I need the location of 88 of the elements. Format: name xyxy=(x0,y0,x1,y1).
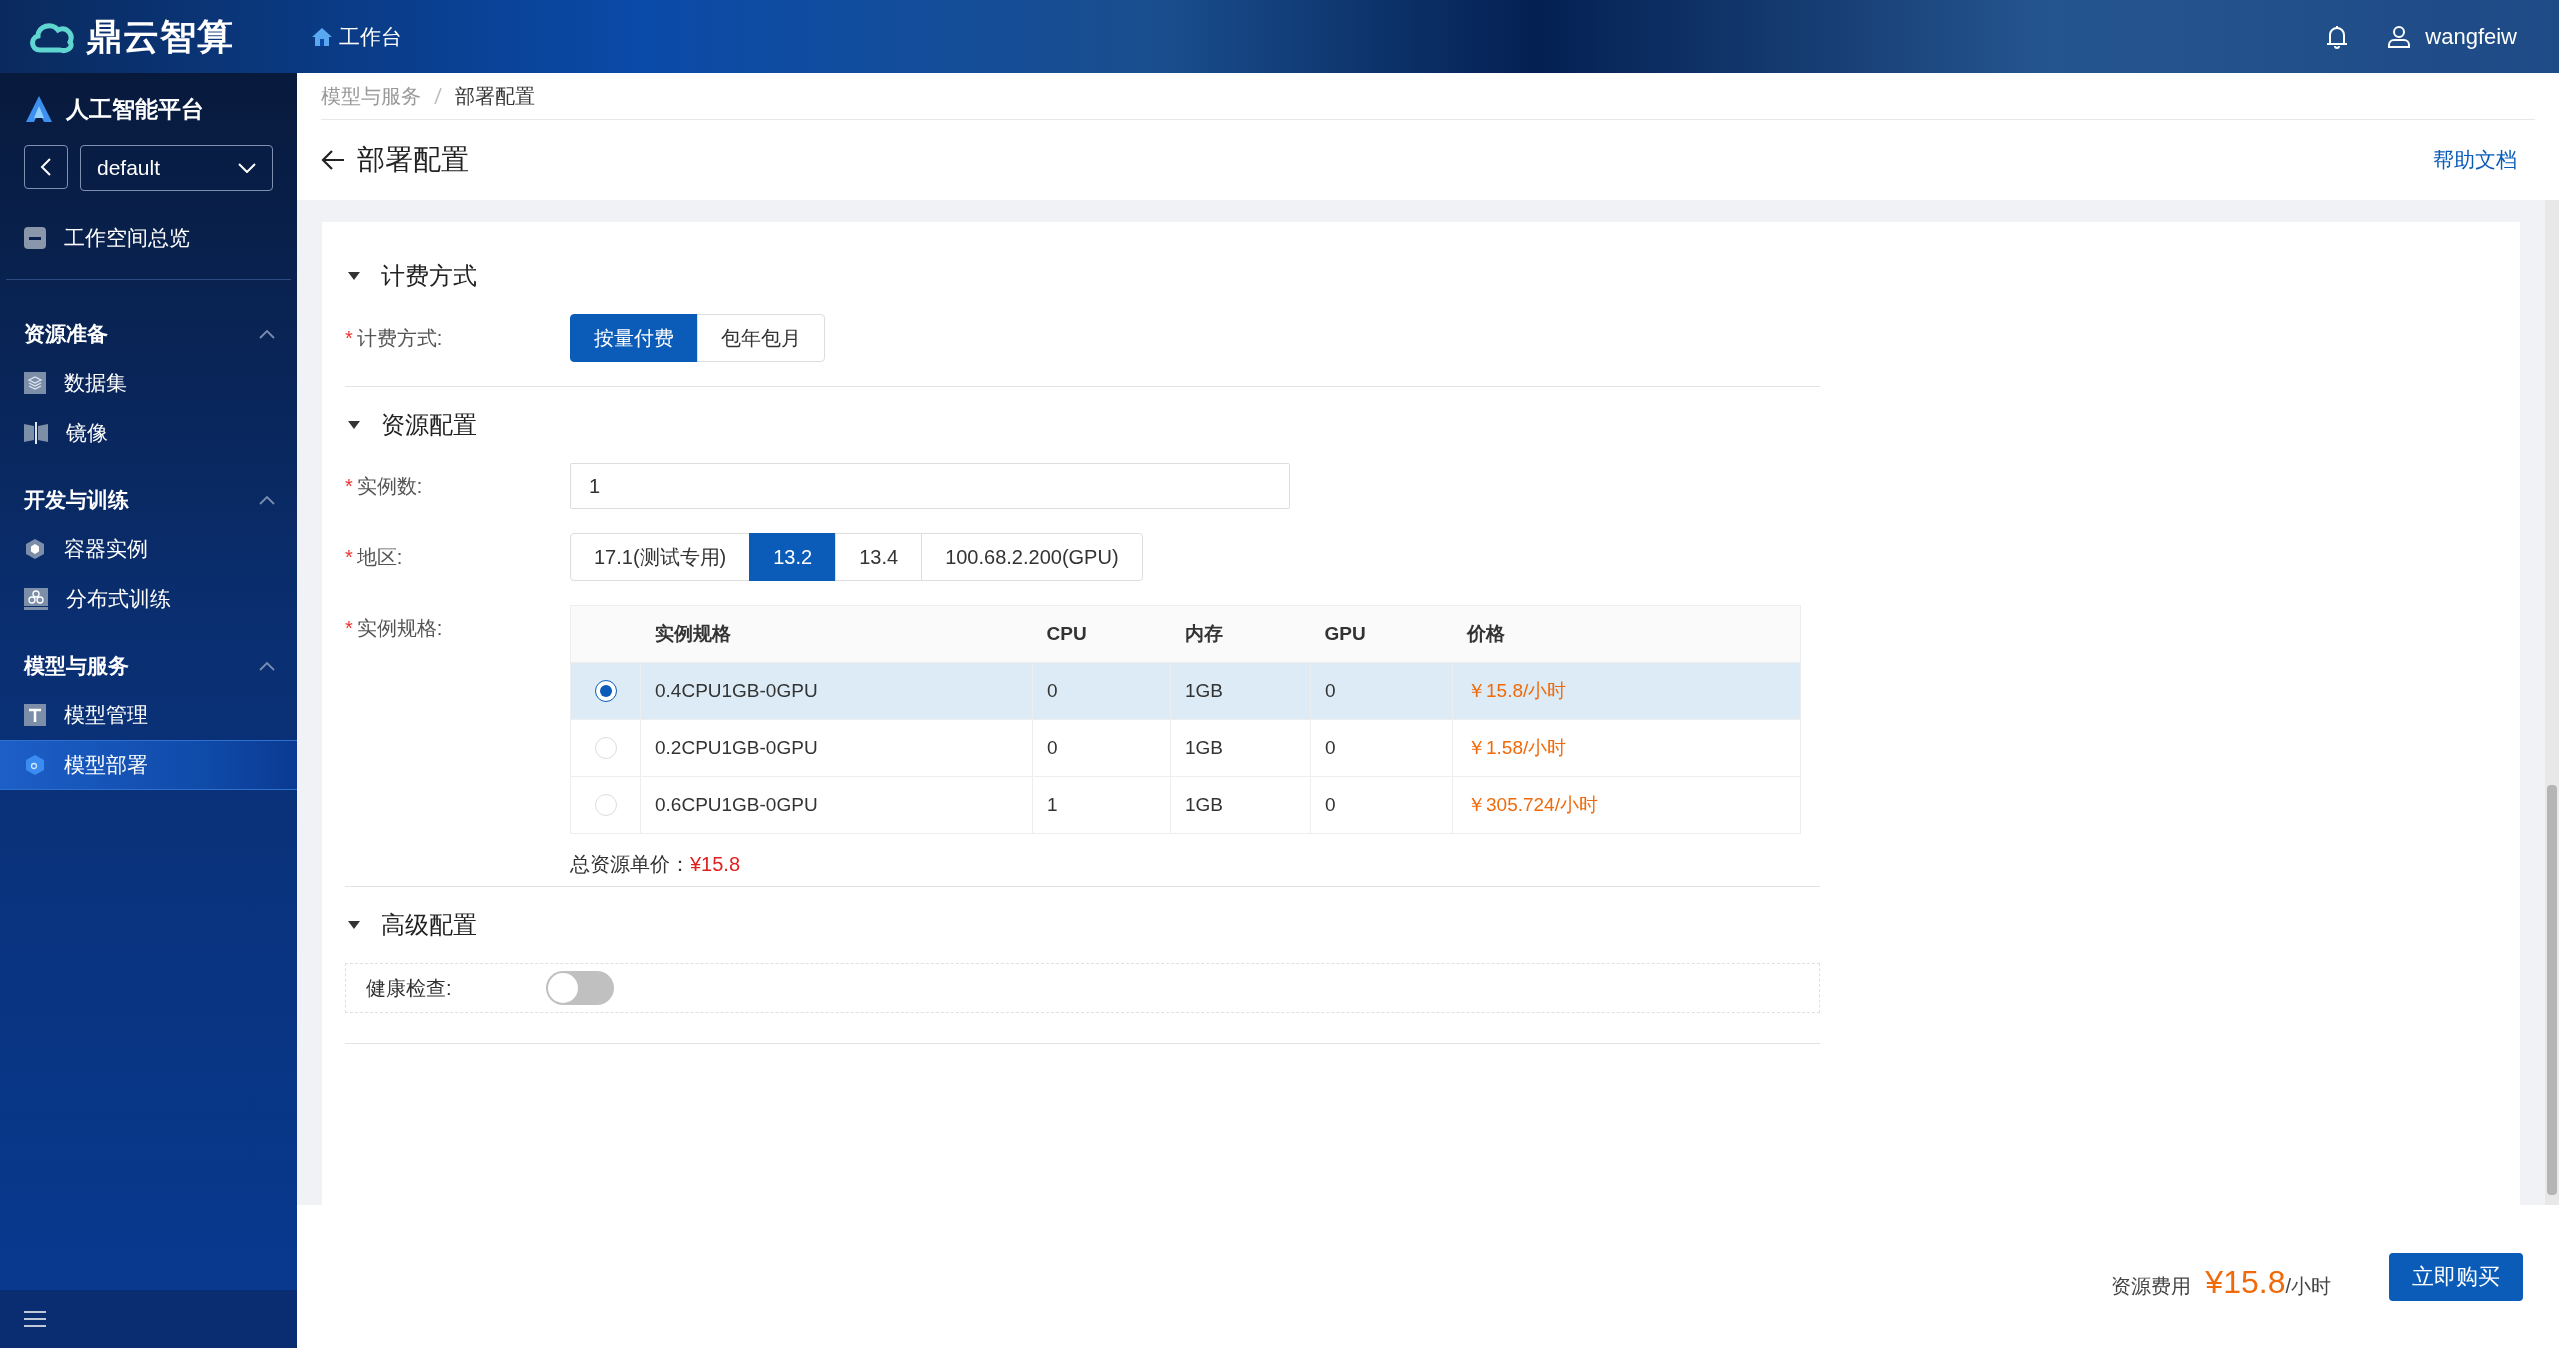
table-cell: 0 xyxy=(1032,662,1171,720)
table-cell: 1 xyxy=(1032,776,1171,834)
sidebar-item[interactable]: 模型部署 xyxy=(0,740,297,790)
breadcrumb-separator-icon xyxy=(433,86,443,106)
hexagon-icon xyxy=(24,754,46,776)
sidebar-item[interactable]: 分布式训练 xyxy=(0,574,297,624)
section-title: 高级配置 xyxy=(381,910,477,940)
page-title: 部署配置 xyxy=(357,143,469,177)
column-header: GPU xyxy=(1310,605,1453,663)
table-cell: 0 xyxy=(1310,719,1453,777)
user-icon xyxy=(2387,24,2412,49)
option-button[interactable]: 100.68.2.200(GPU) xyxy=(921,533,1143,581)
table-cell: 1GB xyxy=(1170,662,1311,720)
section-header[interactable]: 计费方式 xyxy=(345,238,1820,314)
sidebar-group-header[interactable]: 开发与训练 xyxy=(0,476,297,524)
cost-value: ¥15.8 xyxy=(2205,1262,2286,1302)
workspace-select[interactable]: default xyxy=(80,145,273,191)
required-mark: * xyxy=(345,326,353,351)
table-cell: ￥1.58/小时 xyxy=(1452,719,1801,777)
section-header[interactable]: 资源配置 xyxy=(345,387,1820,463)
table-cell: 0.4CPU1GB-0GPU xyxy=(640,662,1033,720)
required-mark: * xyxy=(345,545,353,570)
help-link[interactable]: 帮助文档 xyxy=(2433,144,2517,176)
sidebar-item[interactable]: 模型管理 xyxy=(0,690,297,740)
chevron-left-icon xyxy=(40,157,52,177)
workbench-link[interactable]: 工作台 xyxy=(311,20,402,53)
column-header: CPU xyxy=(1032,605,1171,663)
table-cell: 0 xyxy=(1310,662,1453,720)
table-cell: 0 xyxy=(1032,719,1171,777)
option-button[interactable]: 13.4 xyxy=(835,533,923,581)
table-cell: 1GB xyxy=(1170,719,1311,777)
sidebar-item[interactable]: 容器实例 xyxy=(0,524,297,574)
section-title: 计费方式 xyxy=(381,261,477,291)
section-title: 资源配置 xyxy=(381,410,477,440)
triangle-logo-icon xyxy=(24,94,54,124)
home-icon xyxy=(311,26,333,47)
table-cell: 0 xyxy=(1310,776,1453,834)
sidebar-item[interactable]: 工作空间总览 xyxy=(0,213,297,263)
sidebar-item[interactable]: 数据集 xyxy=(0,358,297,408)
breadcrumb-link[interactable]: 部署配置 xyxy=(455,81,535,111)
cost-unit: /小时 xyxy=(2285,1274,2331,1299)
option-button[interactable]: 17.1(测试专用) xyxy=(570,533,751,581)
field-label: 实例数: xyxy=(356,474,423,499)
total-price-value: ¥15.8 xyxy=(690,852,741,877)
chevron-down-icon xyxy=(238,163,256,173)
field-label: 地区: xyxy=(356,545,403,570)
sidebar-group-title: 开发与训练 xyxy=(24,487,129,514)
option-button[interactable]: 包年包月 xyxy=(697,314,825,362)
sidebar-group-title: 模型与服务 xyxy=(24,653,129,680)
instance-count-field[interactable]: 1 xyxy=(570,463,1290,509)
section-header[interactable]: 高级配置 xyxy=(345,887,1820,963)
nodes-icon xyxy=(24,588,48,610)
required-mark: * xyxy=(345,616,353,641)
letter-t-icon xyxy=(24,704,46,726)
option-button[interactable]: 13.2 xyxy=(749,533,837,581)
user-name[interactable]: wangfeiw xyxy=(2425,20,2517,53)
required-mark: * xyxy=(345,474,353,499)
sidebar-item[interactable]: 镜像 xyxy=(0,408,297,458)
sidebar-group-header[interactable]: 模型与服务 xyxy=(0,642,297,690)
toggle-switch[interactable] xyxy=(546,971,614,1005)
mirror-icon xyxy=(24,422,48,444)
field-label: 实例规格: xyxy=(356,616,443,641)
table-cell: 0.2CPU1GB-0GPU xyxy=(640,719,1033,777)
layers-icon xyxy=(24,372,46,394)
column-header: 价格 xyxy=(1452,605,1801,663)
menu-icon xyxy=(24,1310,46,1328)
workspace-value: default xyxy=(97,155,161,182)
platform-title: 人工智能平台 xyxy=(66,94,204,124)
radio-button[interactable] xyxy=(594,680,617,702)
field-label: 计费方式: xyxy=(356,326,443,351)
column-header: 实例规格 xyxy=(640,605,1033,663)
back-arrow-icon xyxy=(321,149,345,171)
collapse-button[interactable] xyxy=(24,145,68,189)
sidebar-group-title: 资源准备 xyxy=(24,321,108,348)
sidebar-group-header[interactable]: 资源准备 xyxy=(0,310,297,358)
table-cell: ￥15.8/小时 xyxy=(1452,662,1801,720)
field-label: 健康检查: xyxy=(366,976,453,1001)
column-header: 内存 xyxy=(1170,605,1311,663)
overview-icon xyxy=(24,227,46,249)
table-cell: ￥305.724/小时 xyxy=(1452,776,1801,834)
buy-now-button[interactable]: 立即购买 xyxy=(2389,1252,2523,1301)
brand-name: 鼎云智算 xyxy=(86,14,234,59)
table-cell: 0.6CPU1GB-0GPU xyxy=(640,776,1033,834)
option-button[interactable]: 按量付费 xyxy=(570,314,698,362)
cost-label: 资源费用 xyxy=(2111,1273,2192,1299)
hexagon-icon xyxy=(24,538,46,560)
table-cell: 1GB xyxy=(1170,776,1311,834)
total-price-label: 总资源单价： xyxy=(570,852,690,877)
